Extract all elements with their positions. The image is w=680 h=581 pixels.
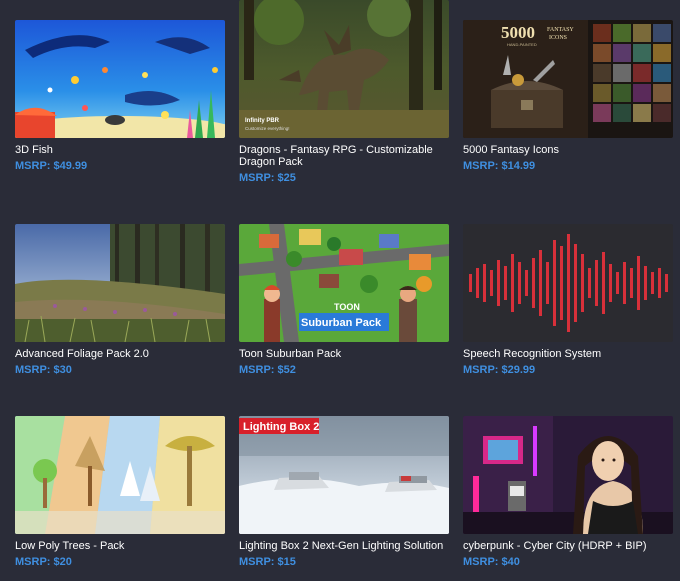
product-thumbnail[interactable]: Infinity PBR Customize everything! bbox=[239, 0, 449, 138]
product-thumbnail[interactable] bbox=[15, 224, 225, 342]
product-title[interactable]: Low Poly Trees - Pack bbox=[15, 540, 227, 552]
product-price: MSRP: $15 bbox=[239, 556, 296, 568]
product-thumbnail[interactable] bbox=[15, 416, 225, 534]
product-thumbnail[interactable] bbox=[463, 416, 673, 534]
product-title[interactable]: Advanced Foliage Pack 2.0 bbox=[15, 348, 227, 360]
product-price: MSRP: $25 bbox=[239, 172, 296, 184]
product-thumbnail[interactable]: Lighting Box 2 bbox=[239, 416, 449, 534]
product-price: MSRP: $14.99 bbox=[463, 160, 536, 172]
image-overlay-lighting-box: Lighting Box 2 bbox=[243, 421, 319, 433]
image-overlay-word1: FANTASY bbox=[547, 27, 574, 33]
underwater-fish-image bbox=[15, 20, 225, 138]
product-title[interactable]: Lighting Box 2 Next-Gen Lighting Solutio… bbox=[239, 540, 451, 552]
product-thumbnail[interactable]: TOON Suburban Pack bbox=[239, 224, 449, 342]
fantasy-icons-image: 5000 FANTASY ICONS HAND-PAINTED bbox=[463, 20, 673, 138]
image-overlay-subtext: Customize everything! bbox=[245, 126, 290, 131]
product-price: MSRP: $30 bbox=[15, 364, 72, 376]
image-overlay-suburban: Suburban Pack bbox=[301, 317, 382, 329]
image-overlay-toon: TOON bbox=[334, 302, 360, 312]
product-card-speech-recognition[interactable]: Speech Recognition System MSRP: $29.99 bbox=[463, 224, 673, 376]
image-overlay-number: 5000 bbox=[501, 23, 535, 42]
low-poly-trees-image bbox=[15, 416, 225, 534]
product-card-low-poly-trees[interactable]: Low Poly Trees - Pack MSRP: $20 bbox=[15, 416, 225, 568]
cyberpunk-woman-image bbox=[463, 416, 673, 534]
product-title[interactable]: Toon Suburban Pack bbox=[239, 348, 451, 360]
product-card-lighting-box-2[interactable]: Lighting Box 2 Lighting Box 2 Next-Gen L… bbox=[239, 416, 449, 568]
toon-town-image: TOON Suburban Pack bbox=[239, 224, 449, 342]
image-overlay-word3: HAND-PAINTED bbox=[507, 42, 537, 47]
product-thumbnail[interactable] bbox=[15, 20, 225, 138]
product-title[interactable]: 3D Fish bbox=[15, 144, 227, 156]
image-overlay-word2: ICONS bbox=[549, 35, 567, 41]
product-card-cyberpunk[interactable]: cyberpunk - Cyber City (HDRP + BIP) MSRP… bbox=[463, 416, 673, 568]
product-thumbnail[interactable]: 5000 FANTASY ICONS HAND-PAINTED bbox=[463, 20, 673, 138]
product-card-dragons[interactable]: Infinity PBR Customize everything! Drago… bbox=[239, 0, 449, 184]
grass-field-image bbox=[15, 224, 225, 342]
product-price: MSRP: $29.99 bbox=[463, 364, 536, 376]
snowy-cars-image: Lighting Box 2 bbox=[239, 416, 449, 534]
product-price: MSRP: $40 bbox=[463, 556, 520, 568]
product-price: MSRP: $20 bbox=[15, 556, 72, 568]
product-title[interactable]: Dragons - Fantasy RPG - Customizable Dra… bbox=[239, 144, 451, 168]
product-title[interactable]: cyberpunk - Cyber City (HDRP + BIP) bbox=[463, 540, 675, 552]
product-title[interactable]: Speech Recognition System bbox=[463, 348, 675, 360]
dragon-forest-image: Infinity PBR Customize everything! bbox=[239, 0, 449, 138]
product-price: MSRP: $52 bbox=[239, 364, 296, 376]
red-waveform-image bbox=[463, 224, 673, 342]
product-price: MSRP: $49.99 bbox=[15, 160, 88, 172]
product-card-fantasy-icons[interactable]: 5000 FANTASY ICONS HAND-PAINTED 5000 Fan… bbox=[463, 20, 673, 172]
product-card-3d-fish[interactable]: 3D Fish MSRP: $49.99 bbox=[15, 20, 225, 172]
image-overlay-text: Infinity PBR bbox=[245, 118, 280, 124]
product-grid: 3D Fish MSRP: $49.99 Infinity PBR Custom… bbox=[0, 0, 680, 581]
product-card-advanced-foliage[interactable]: Advanced Foliage Pack 2.0 MSRP: $30 bbox=[15, 224, 225, 376]
product-title[interactable]: 5000 Fantasy Icons bbox=[463, 144, 675, 156]
product-card-toon-suburban[interactable]: TOON Suburban Pack Toon Suburban Pack MS… bbox=[239, 224, 449, 376]
product-thumbnail[interactable] bbox=[463, 224, 673, 342]
